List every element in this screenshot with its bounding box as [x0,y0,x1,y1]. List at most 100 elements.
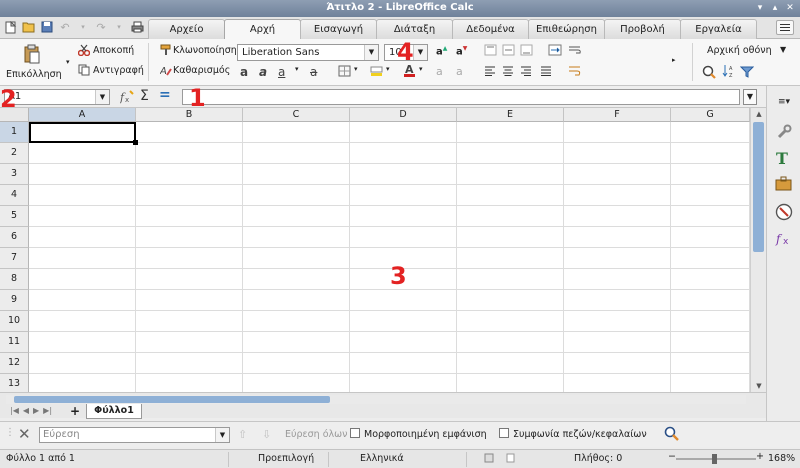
chevron-down-icon[interactable]: ▼ [364,45,378,60]
align-bottom-icon[interactable] [520,44,533,59]
zoom-out-icon[interactable]: − [668,451,676,462]
navigator-icon[interactable] [773,202,795,222]
wrap-text-icon[interactable] [568,44,582,59]
functions-icon[interactable]: fx [773,228,795,248]
function-wizard-icon[interactable]: fx [119,90,135,107]
find-input[interactable]: Εύρεση ▼ [39,427,230,443]
print-icon[interactable] [130,20,144,34]
grow-font-icon[interactable]: a▲ [436,45,447,57]
row-header[interactable]: 13 [0,374,29,392]
formula-icon[interactable]: = [159,87,171,103]
sort-icon[interactable]: AZ [722,64,736,81]
paste-icon[interactable] [23,44,41,67]
column-header[interactable]: E [457,108,564,122]
row-header[interactable]: 4 [0,185,29,206]
formula-input[interactable] [182,89,740,105]
add-sheet-icon[interactable]: + [70,404,80,418]
align-right-icon[interactable] [520,66,532,79]
row-header[interactable]: 3 [0,164,29,185]
row-header[interactable]: 5 [0,206,29,227]
zoom-level[interactable]: 168% [768,453,795,464]
expand-formula-bar-button[interactable]: ▼ [743,89,757,105]
tab-view[interactable]: Προβολή [604,19,681,39]
borders-icon[interactable] [338,65,351,80]
chevron-down-icon[interactable]: ▼ [95,90,109,104]
copy-button[interactable]: Αντιγραφή [93,65,144,76]
name-box[interactable]: A1 ▼ [4,89,110,105]
horizontal-scroll-thumb[interactable] [14,396,330,403]
column-header[interactable]: G [671,108,750,122]
sheet-tab[interactable]: Φύλλο1 [86,404,142,419]
tab-layout[interactable]: Διάταξη [376,19,453,39]
redo-icon[interactable]: ↷ [94,20,108,34]
styles-icon[interactable]: T [773,148,795,168]
row-header[interactable]: 11 [0,332,29,353]
background-color-icon[interactable] [370,65,383,80]
row-header[interactable]: 8 [0,269,29,290]
row-header[interactable]: 12 [0,353,29,374]
new-document-icon[interactable] [4,20,18,34]
bold-icon[interactable]: a [240,65,248,79]
font-color-dropdown-icon[interactable]: ▾ [419,65,423,73]
cut-button[interactable]: Αποκοπή [93,45,134,56]
shrink-font-icon[interactable]: a▼ [456,45,467,57]
zoom-slider-knob[interactable] [712,454,717,464]
underline-dropdown-icon[interactable]: ▾ [295,65,299,73]
row-header[interactable]: 9 [0,290,29,311]
undo-dropdown-icon[interactable]: ▾ [76,20,90,34]
italic-icon[interactable]: a [259,65,267,79]
find-previous-icon[interactable]: ⇧ [238,428,247,441]
checkbox-box[interactable] [350,428,360,438]
row-header[interactable]: 1 [0,122,29,143]
maximize-button[interactable]: ▴ [769,2,781,14]
row-header[interactable]: 6 [0,227,29,248]
horizontal-scrollbar[interactable] [6,395,746,404]
column-header[interactable]: C [243,108,350,122]
gallery-icon[interactable] [773,174,795,194]
minimize-button[interactable]: ▾ [754,2,766,14]
column-header[interactable]: F [564,108,671,122]
find-all-button[interactable]: Εύρεση όλων [285,429,347,440]
zoom-slider[interactable] [676,454,756,464]
clone-formatting-button[interactable]: Κλωνοποίηση [173,45,237,56]
find-next-icon[interactable]: ⇩ [262,428,271,441]
search-zoom-icon[interactable] [702,65,716,82]
close-button[interactable]: ✕ [784,2,796,14]
scroll-down-icon[interactable]: ▼ [751,380,766,392]
sum-icon[interactable]: Σ [140,88,149,104]
last-sheet-icon[interactable]: ▶| [43,406,52,415]
underline-icon[interactable]: a [278,65,285,79]
open-folder-icon[interactable] [22,20,36,34]
row-header[interactable]: 2 [0,143,29,164]
redo-dropdown-icon[interactable]: ▾ [112,20,126,34]
row-header[interactable]: 10 [0,311,29,332]
borders-dropdown-icon[interactable]: ▾ [354,65,358,73]
text-shadow-icon[interactable]: a [436,65,443,78]
page-style[interactable]: Προεπιλογή [258,453,314,464]
strikethrough-icon[interactable]: a [310,65,317,79]
text-outline-icon[interactable]: a [456,65,463,78]
undo-icon[interactable]: ↶ [58,20,72,34]
justify-icon[interactable] [540,66,552,79]
align-center-icon[interactable] [502,66,514,79]
close-find-icon[interactable]: ✕ [18,425,31,443]
find-replace-icon[interactable] [664,426,680,445]
vertical-scroll-thumb[interactable] [753,122,764,252]
column-header[interactable]: A [29,108,136,122]
tab-insert[interactable]: Εισαγωγή [300,19,377,39]
paste-dropdown-icon[interactable]: ▾ [66,58,70,66]
language[interactable]: Ελληνικά [360,453,404,464]
align-left-icon[interactable] [484,66,496,79]
row-header[interactable]: 7 [0,248,29,269]
save-icon[interactable] [40,20,54,34]
match-case-checkbox[interactable]: Συμφωνία πεζών/κεφαλαίων [499,428,647,440]
cell-cursor[interactable] [29,122,138,145]
formatted-display-checkbox[interactable]: Μορφοποιημένη εμφάνιση [350,428,487,440]
paste-button[interactable]: Επικόλληση [6,69,62,80]
prev-sheet-icon[interactable]: ◀ [23,406,29,415]
tab-file[interactable]: Αρχείο [148,19,225,39]
clear-formatting-button[interactable]: Καθαρισμός [173,65,230,76]
ribbon-overflow-icon[interactable]: ▸ [672,56,676,64]
tab-home[interactable]: Αρχή [224,19,301,40]
tab-review[interactable]: Επιθεώρηση [528,19,605,39]
